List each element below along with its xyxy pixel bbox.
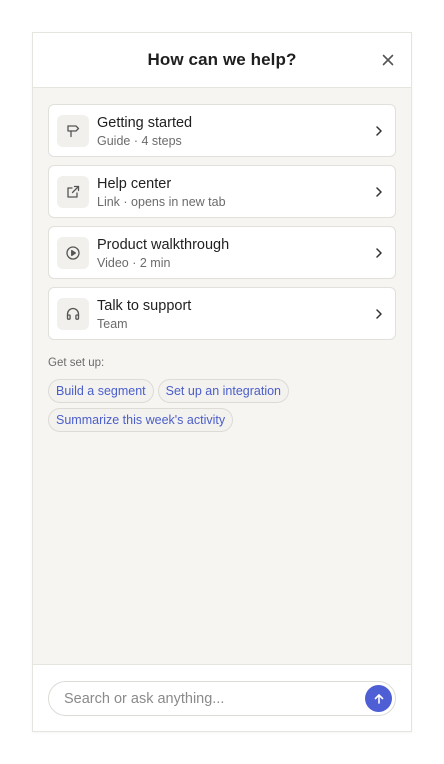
- panel-body: Getting started Guide · 4 steps Help cen…: [48, 104, 396, 348]
- search-box: [48, 681, 396, 716]
- card-title: Getting started: [97, 115, 193, 131]
- card-product-walkthrough[interactable]: Product walkthrough Video · 2 min: [48, 226, 396, 279]
- panel-title: How can we help?: [147, 50, 297, 69]
- card-subtitle: Team: [97, 317, 128, 331]
- suggestion-chips: Build a segment Set up an integration Su…: [48, 379, 396, 437]
- panel-footer: [33, 664, 411, 731]
- card-help-center[interactable]: Help center Link · opens in new tab: [48, 165, 396, 218]
- card-icon-wrap: [57, 115, 89, 147]
- card-talk-to-support[interactable]: Talk to support Team: [48, 287, 396, 340]
- chevron-right-icon: [373, 307, 385, 321]
- chevron-right-icon: [373, 185, 385, 199]
- arrow-up-icon: [374, 693, 383, 704]
- card-subtitle: Video · 2 min: [97, 256, 171, 270]
- card-subtitle: Link · opens in new tab: [97, 195, 226, 209]
- help-panel: How can we help? Getting started Guide ·…: [32, 32, 412, 732]
- signpost-icon: [67, 125, 80, 138]
- chevron-right-icon: [373, 124, 385, 138]
- card-icon-wrap: [57, 237, 89, 269]
- search-input[interactable]: [64, 682, 354, 715]
- card-title: Help center: [97, 176, 172, 192]
- chevron-right-icon: [373, 246, 385, 260]
- chip-build-segment[interactable]: Build a segment: [48, 379, 154, 403]
- card-getting-started[interactable]: Getting started Guide · 4 steps: [48, 104, 396, 157]
- play-circle-icon: [66, 246, 80, 260]
- close-button[interactable]: [379, 51, 397, 69]
- chip-row: Summarize this week's activity: [48, 408, 396, 432]
- send-button[interactable]: [365, 685, 392, 712]
- chip-row: Build a segment Set up an integration: [48, 379, 396, 403]
- card-icon-wrap: [57, 298, 89, 330]
- setup-label: Get set up:: [48, 357, 105, 369]
- card-title: Product walkthrough: [97, 237, 230, 253]
- chip-summarize-activity[interactable]: Summarize this week's activity: [48, 408, 234, 432]
- chip-setup-integration[interactable]: Set up an integration: [157, 379, 290, 403]
- close-icon: [382, 54, 394, 66]
- card-title: Talk to support: [97, 298, 192, 314]
- card-subtitle: Guide · 4 steps: [97, 134, 182, 148]
- card-icon-wrap: [57, 176, 89, 208]
- headphones-icon: [66, 307, 80, 320]
- panel-header: How can we help?: [33, 33, 411, 88]
- external-link-icon: [67, 185, 80, 198]
